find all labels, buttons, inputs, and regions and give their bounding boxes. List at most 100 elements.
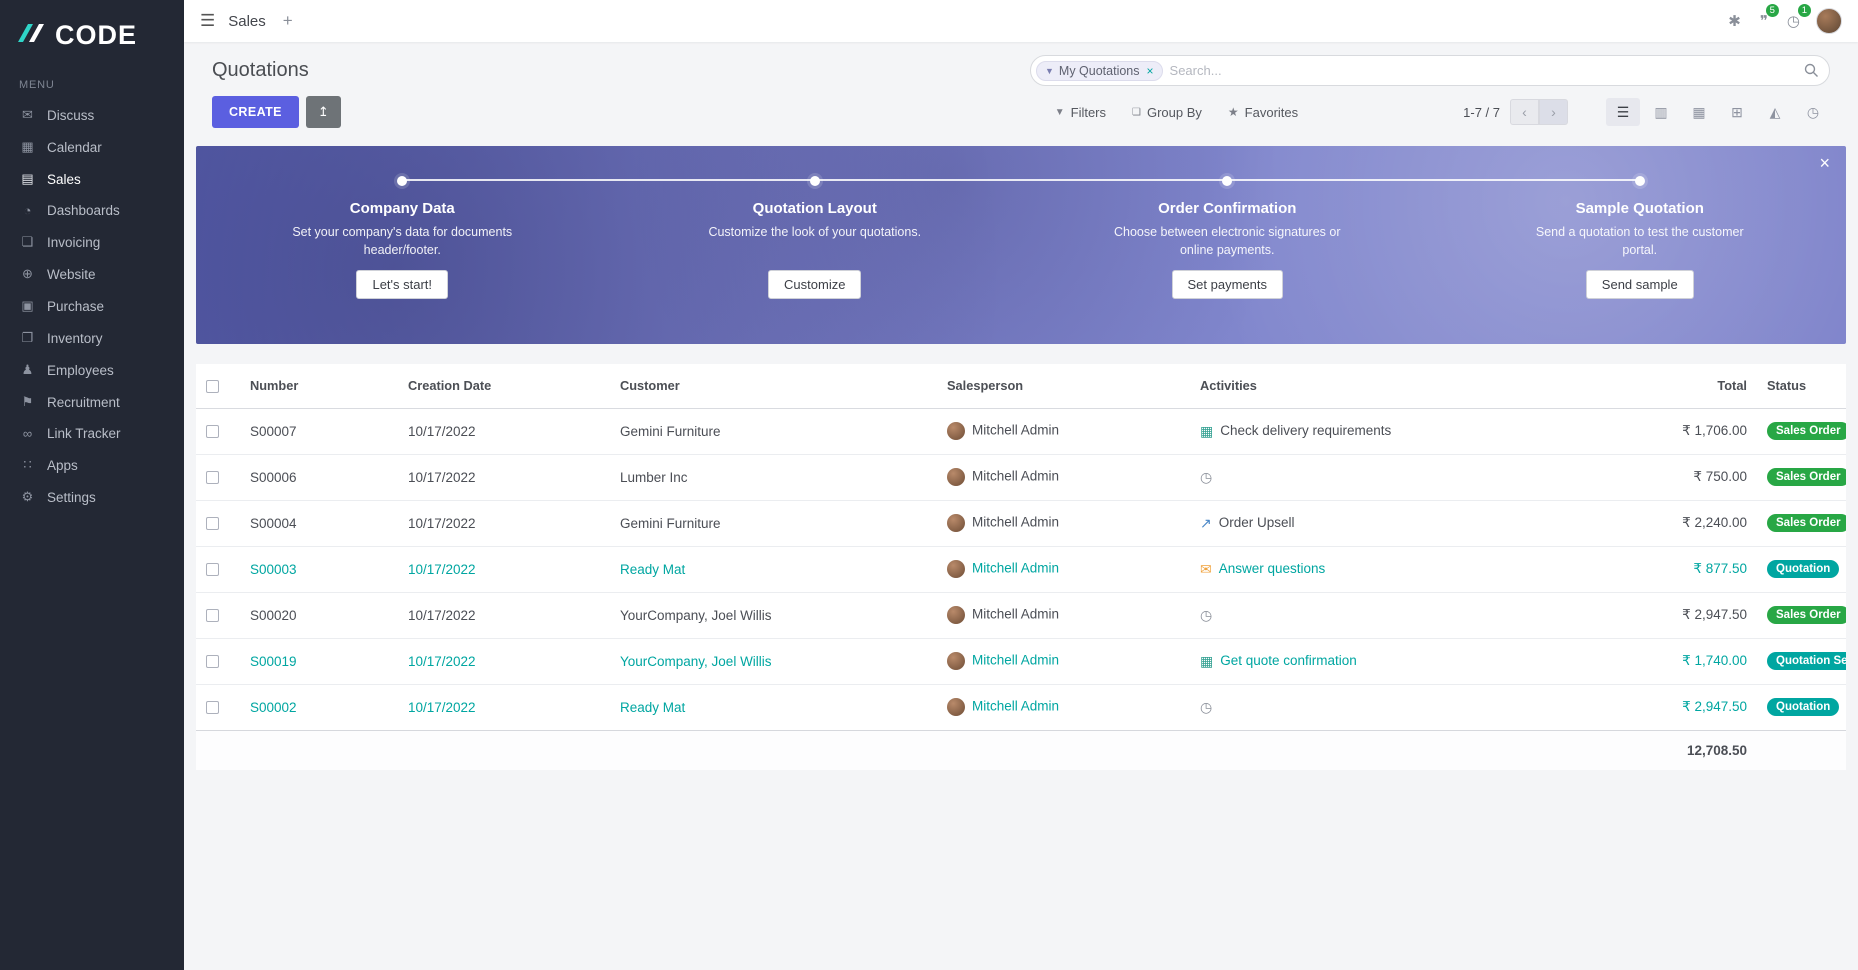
step-description: Customize the look of your quotations. bbox=[708, 224, 921, 260]
sidebar-item-label: Employees bbox=[47, 363, 114, 378]
step-action-button[interactable]: Customize bbox=[768, 270, 861, 299]
onboarding-step-2: Quotation LayoutCustomize the look of yo… bbox=[609, 176, 1022, 299]
row-checkbox[interactable] bbox=[206, 425, 219, 438]
remove-filter-icon[interactable]: × bbox=[1147, 64, 1154, 78]
row-checkbox[interactable] bbox=[206, 609, 219, 622]
sidebar-item-link-tracker[interactable]: ∞Link Tracker bbox=[0, 418, 184, 449]
user-avatar[interactable] bbox=[1816, 8, 1842, 34]
pager-next-button[interactable]: › bbox=[1539, 99, 1568, 125]
activity-view-button[interactable]: ◷ bbox=[1796, 98, 1830, 126]
activity-clock-icon[interactable]: ◷1 bbox=[1784, 10, 1803, 32]
cell-number[interactable]: S00006 bbox=[240, 454, 398, 500]
create-button[interactable]: CREATE bbox=[212, 96, 299, 128]
cell-total: ₹ 2,947.50 bbox=[1615, 684, 1757, 730]
row-checkbox[interactable] bbox=[206, 563, 219, 576]
cell-number[interactable]: S00003 bbox=[240, 546, 398, 592]
step-action-button[interactable]: Set payments bbox=[1172, 270, 1284, 299]
app-logo[interactable]: CODE bbox=[0, 0, 184, 65]
table-row[interactable]: S0000410/17/2022Gemini FurnitureMitchell… bbox=[196, 500, 1846, 546]
control-panel-actions: CREATE ↥ ▼Filters ❏Group By ★Favorites 1… bbox=[184, 90, 1858, 142]
messages-icon[interactable]: ❞5 bbox=[1757, 10, 1771, 32]
footer-total: 12,708.50 bbox=[1615, 730, 1757, 770]
cell-select bbox=[196, 638, 240, 684]
cell-activity[interactable]: ◷ bbox=[1190, 454, 1615, 500]
sidebar-item-discuss[interactable]: ✉Discuss bbox=[0, 99, 184, 131]
sidebar-item-employees[interactable]: ♟Employees bbox=[0, 354, 184, 386]
status-badge: Quotation Sent bbox=[1767, 652, 1846, 670]
column-header-customer[interactable]: Customer bbox=[610, 364, 937, 408]
control-panel: Quotations ▼ My Quotations × bbox=[184, 42, 1858, 90]
column-header-number[interactable]: Number bbox=[240, 364, 398, 408]
table-row[interactable]: S0002010/17/2022YourCompany, Joel Willis… bbox=[196, 592, 1846, 638]
list-view-button[interactable]: ☰ bbox=[1606, 98, 1640, 126]
hamburger-menu-icon[interactable]: ☰ bbox=[200, 11, 215, 31]
column-header-creation-date[interactable]: Creation Date bbox=[398, 364, 610, 408]
table-row[interactable]: S0000310/17/2022Ready MatMitchell Admin✉… bbox=[196, 546, 1846, 592]
table-row[interactable]: S0000210/17/2022Ready MatMitchell Admin◷… bbox=[196, 684, 1846, 730]
select-all-checkbox[interactable] bbox=[206, 380, 219, 393]
table-row[interactable]: S0000610/17/2022Lumber IncMitchell Admin… bbox=[196, 454, 1846, 500]
cell-activity[interactable]: ◷ bbox=[1190, 592, 1615, 638]
active-filter-tag[interactable]: ▼ My Quotations × bbox=[1036, 61, 1163, 81]
kanban-view-button[interactable]: ▥ bbox=[1644, 98, 1678, 126]
row-checkbox[interactable] bbox=[206, 701, 219, 714]
group-by-button[interactable]: ❏Group By bbox=[1132, 105, 1202, 120]
cell-customer: Gemini Furniture bbox=[610, 500, 937, 546]
cell-number[interactable]: S00002 bbox=[240, 684, 398, 730]
filters-button[interactable]: ▼Filters bbox=[1055, 105, 1106, 120]
calendar-view-button[interactable]: ▦ bbox=[1682, 98, 1716, 126]
calendar-icon: ▦ bbox=[19, 139, 36, 155]
sidebar-item-website[interactable]: ⊕Website bbox=[0, 258, 184, 290]
row-checkbox[interactable] bbox=[206, 517, 219, 530]
sidebar-item-sales[interactable]: ▤Sales bbox=[0, 163, 184, 195]
cell-number[interactable]: S00004 bbox=[240, 500, 398, 546]
step-action-button[interactable]: Send sample bbox=[1586, 270, 1694, 299]
app-title: Sales bbox=[228, 13, 266, 30]
cell-status: Quotation bbox=[1757, 684, 1846, 730]
column-header-total[interactable]: Total bbox=[1615, 364, 1757, 408]
graph-view-button[interactable]: ◭ bbox=[1758, 98, 1792, 126]
step-action-button[interactable]: Let's start! bbox=[356, 270, 448, 299]
pivot-view-button[interactable]: ⊞ bbox=[1720, 98, 1754, 126]
cell-activity[interactable]: ▦Get quote confirmation bbox=[1190, 638, 1615, 684]
sidebar-item-inventory[interactable]: ❐Inventory bbox=[0, 322, 184, 354]
cell-number[interactable]: S00020 bbox=[240, 592, 398, 638]
filters-funnel-icon: ▼ bbox=[1055, 107, 1065, 118]
sidebar-item-apps[interactable]: ∷Apps bbox=[0, 449, 184, 481]
sidebar-item-label: Recruitment bbox=[47, 395, 120, 410]
sidebar-item-settings[interactable]: ⚙Settings bbox=[0, 481, 184, 513]
favorites-button[interactable]: ★Favorites bbox=[1228, 105, 1298, 120]
add-tab-button[interactable]: + bbox=[279, 11, 297, 31]
row-checkbox[interactable] bbox=[206, 655, 219, 668]
table-row[interactable]: S0000710/17/2022Gemini FurnitureMitchell… bbox=[196, 408, 1846, 454]
cell-activity[interactable]: ▦Check delivery requirements bbox=[1190, 408, 1615, 454]
search-bar[interactable]: ▼ My Quotations × bbox=[1030, 55, 1830, 86]
sidebar-item-calendar[interactable]: ▦Calendar bbox=[0, 131, 184, 163]
website-icon: ⊕ bbox=[19, 266, 36, 282]
row-checkbox[interactable] bbox=[206, 471, 219, 484]
bug-icon[interactable]: ✱ bbox=[1725, 10, 1744, 32]
cell-activity[interactable]: ◷ bbox=[1190, 684, 1615, 730]
sidebar-item-dashboards[interactable]: ◔Dashboards bbox=[0, 195, 184, 226]
cell-activity[interactable]: ↗Order Upsell bbox=[1190, 500, 1615, 546]
column-header-salesperson[interactable]: Salesperson bbox=[937, 364, 1190, 408]
search-input[interactable] bbox=[1170, 63, 1797, 78]
cell-activity[interactable]: ✉Answer questions bbox=[1190, 546, 1615, 592]
search-icon[interactable] bbox=[1804, 63, 1819, 78]
cell-number[interactable]: S00007 bbox=[240, 408, 398, 454]
filter-tag-label: My Quotations bbox=[1059, 64, 1140, 78]
cell-select bbox=[196, 408, 240, 454]
select-all-header[interactable] bbox=[196, 364, 240, 408]
column-header-status[interactable]: Status bbox=[1757, 364, 1846, 408]
column-header-activities[interactable]: Activities bbox=[1190, 364, 1615, 408]
sidebar-item-recruitment[interactable]: ⚑Recruitment bbox=[0, 386, 184, 418]
pager-previous-button[interactable]: ‹ bbox=[1510, 99, 1539, 125]
close-icon[interactable]: × bbox=[1819, 154, 1830, 172]
sidebar-item-invoicing[interactable]: ❏Invoicing bbox=[0, 226, 184, 258]
export-button[interactable]: ↥ bbox=[306, 96, 341, 128]
sidebar-item-purchase[interactable]: ▣Purchase bbox=[0, 290, 184, 322]
table-row[interactable]: S0001910/17/2022YourCompany, Joel Willis… bbox=[196, 638, 1846, 684]
page-title: Quotations bbox=[212, 59, 309, 82]
cell-number[interactable]: S00019 bbox=[240, 638, 398, 684]
footer-spacer bbox=[196, 730, 1615, 770]
